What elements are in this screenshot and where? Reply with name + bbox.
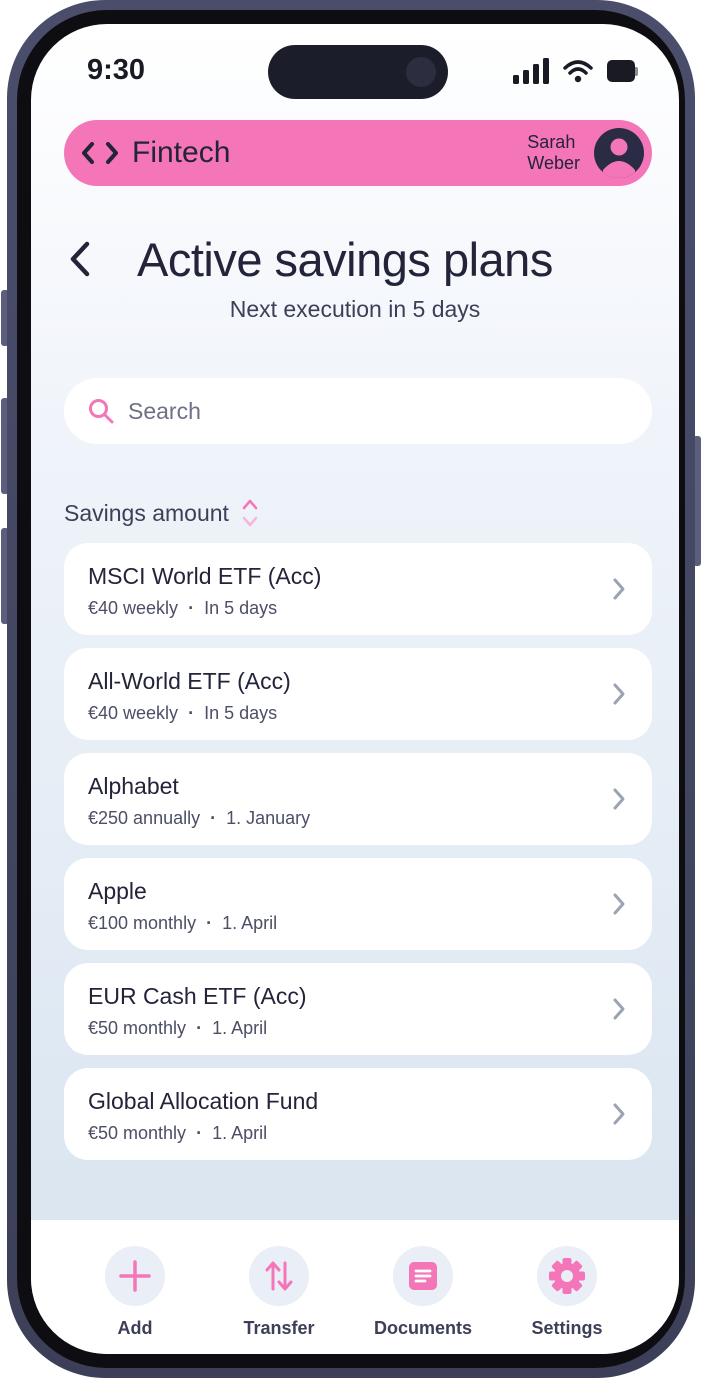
plan-next-execution: 1. April <box>222 913 278 933</box>
avatar[interactable] <box>594 128 644 178</box>
plan-card[interactable]: EUR Cash ETF (Acc) €50 monthly · 1. April <box>64 963 652 1055</box>
plan-card[interactable]: All-World ETF (Acc) €40 weekly · In 5 days <box>64 648 652 740</box>
plan-name: Global Allocation Fund <box>88 1088 319 1114</box>
document-icon <box>409 1262 437 1290</box>
plan-meta: €250 annually · 1. January <box>88 808 311 828</box>
savings-plan-list: MSCI World ETF (Acc) €40 weekly · In 5 day… <box>64 543 652 1173</box>
search-bar[interactable] <box>64 378 652 444</box>
plan-card[interactable]: Apple €100 monthly · 1. April <box>64 858 652 950</box>
nav-label: Transfer <box>243 1318 315 1338</box>
plan-amount: €50 monthly <box>88 1123 187 1143</box>
chevron-right-icon <box>613 683 625 705</box>
transfer-icon <box>265 1261 293 1291</box>
plan-name: Alphabet <box>88 773 179 799</box>
nav-add-button[interactable] <box>105 1246 165 1306</box>
chevron-right-icon <box>613 1103 625 1125</box>
search-input[interactable] <box>126 396 590 426</box>
plan-next-execution: 1. April <box>212 1123 268 1143</box>
plan-meta: €40 weekly · In 5 days <box>88 703 278 723</box>
plan-amount: €50 monthly <box>88 1018 187 1038</box>
plan-next-execution: 1. April <box>212 1018 268 1038</box>
plan-next-execution: In 5 days <box>204 598 278 618</box>
plan-name: MSCI World ETF (Acc) <box>88 563 322 589</box>
cellular-signal-icon <box>513 58 549 84</box>
nav-label: Add <box>117 1318 153 1338</box>
search-icon <box>89 399 114 424</box>
plan-name: Apple <box>88 878 147 904</box>
chevron-right-icon <box>613 893 625 915</box>
chevron-right-icon <box>613 788 625 810</box>
nav-add[interactable]: Add <box>80 1246 190 1339</box>
screen: 9:30 Fintech Sarah Weber Active savings … <box>31 24 679 1354</box>
user-first-name: Sarah <box>527 132 576 152</box>
nav-documents[interactable]: Documents <box>368 1246 478 1339</box>
plan-name: All-World ETF (Acc) <box>88 668 291 694</box>
app-header: Fintech Sarah Weber <box>64 120 652 186</box>
chevron-right-icon <box>613 998 625 1020</box>
plan-amount: €40 weekly <box>88 703 179 723</box>
plan-next-execution: 1. January <box>226 808 311 828</box>
status-time: 9:30 <box>87 54 146 86</box>
status-icons <box>513 58 639 84</box>
user-last-name: Weber <box>527 153 580 173</box>
plan-next-execution: In 5 days <box>204 703 278 723</box>
sort-label: Savings amount <box>64 499 229 526</box>
plan-meta: €100 monthly · 1. April <box>88 913 278 933</box>
plan-meta: €50 monthly · 1. April <box>88 1123 268 1143</box>
nav-documents-button[interactable] <box>393 1246 453 1306</box>
page-subtitle: Next execution in 5 days <box>229 296 481 322</box>
nav-label: Documents <box>373 1318 472 1338</box>
sort-chevrons-icon <box>242 499 258 527</box>
plan-card[interactable]: Alphabet €250 annually · 1. January <box>64 753 652 845</box>
bottom-navigation: Add Transfer Documents Settings <box>31 1220 679 1354</box>
gear-icon <box>549 1258 585 1294</box>
battery-icon <box>607 60 639 82</box>
nav-transfer-button[interactable] <box>249 1246 309 1306</box>
wifi-icon <box>563 60 593 83</box>
plan-meta: €40 weekly · In 5 days <box>88 598 278 618</box>
code-brackets-logo-icon <box>82 142 118 164</box>
chevron-right-icon <box>613 578 625 600</box>
plan-amount: €40 weekly <box>88 598 179 618</box>
phone-frame: 9:30 Fintech Sarah Weber Active savings … <box>7 0 695 1378</box>
user-icon <box>603 138 635 178</box>
plan-amount: €100 monthly <box>88 913 197 933</box>
sort-control[interactable]: Savings amount <box>64 498 259 528</box>
nav-settings-button[interactable] <box>537 1246 597 1306</box>
user-name[interactable]: Sarah Weber <box>527 132 580 174</box>
nav-settings[interactable]: Settings <box>512 1246 622 1339</box>
plan-card[interactable]: Global Allocation Fund €50 monthly · 1. Ap… <box>64 1068 652 1160</box>
plus-icon <box>119 1260 151 1292</box>
dynamic-island <box>268 45 448 99</box>
brand-name: Fintech <box>132 136 231 169</box>
back-chevron-icon[interactable] <box>67 240 95 278</box>
nav-label: Settings <box>531 1318 603 1338</box>
plan-amount: €250 annually <box>88 808 201 828</box>
plan-name: EUR Cash ETF (Acc) <box>88 983 307 1009</box>
page-title: Active savings plans <box>137 233 553 286</box>
nav-transfer[interactable]: Transfer <box>224 1246 334 1339</box>
plan-meta: €50 monthly · 1. April <box>88 1018 268 1038</box>
plan-card[interactable]: MSCI World ETF (Acc) €40 weekly · In 5 day… <box>64 543 652 635</box>
camera-icon <box>406 57 436 87</box>
